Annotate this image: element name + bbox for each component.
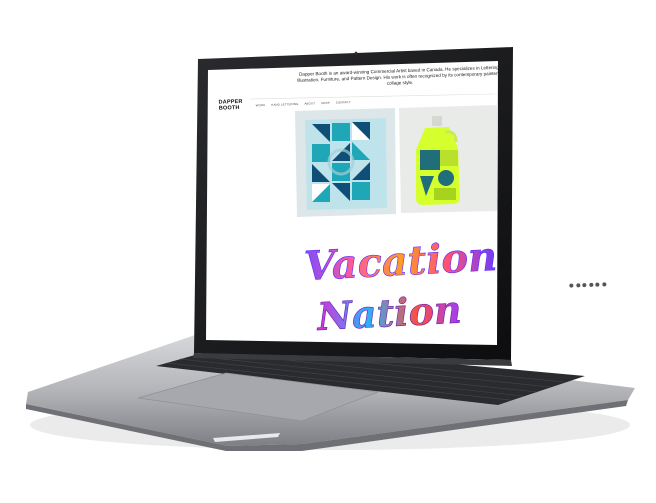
camera-icon (354, 51, 358, 55)
nav-item-shop[interactable]: SHOP (321, 101, 330, 105)
behance-icon[interactable] (582, 283, 587, 288)
instagram-icon[interactable] (569, 283, 574, 288)
nav-item-hand-lettering[interactable]: HAND LETTERING (271, 102, 298, 107)
nav-item-about[interactable]: ABOUT (304, 101, 315, 105)
twitter-icon[interactable] (601, 282, 606, 287)
main-nav: WORK HAND LETTERING ABOUT SHOP CONTACT (256, 100, 351, 107)
dribbble-icon[interactable] (575, 283, 580, 288)
facebook-icon[interactable] (588, 282, 593, 287)
logo-line-2: BOOTH (218, 104, 240, 112)
nav-item-contact[interactable]: CONTACT (336, 100, 351, 105)
intro-text: Dapper Booth is an award-winning Commerc… (297, 64, 503, 87)
website-content: DAPPER BOOTH Dapper Booth is an award-wi… (207, 54, 606, 364)
nav-item-work[interactable]: WORK (256, 103, 266, 107)
pinterest-icon[interactable] (595, 282, 600, 287)
site-logo[interactable]: DAPPER BOOTH (218, 99, 243, 112)
